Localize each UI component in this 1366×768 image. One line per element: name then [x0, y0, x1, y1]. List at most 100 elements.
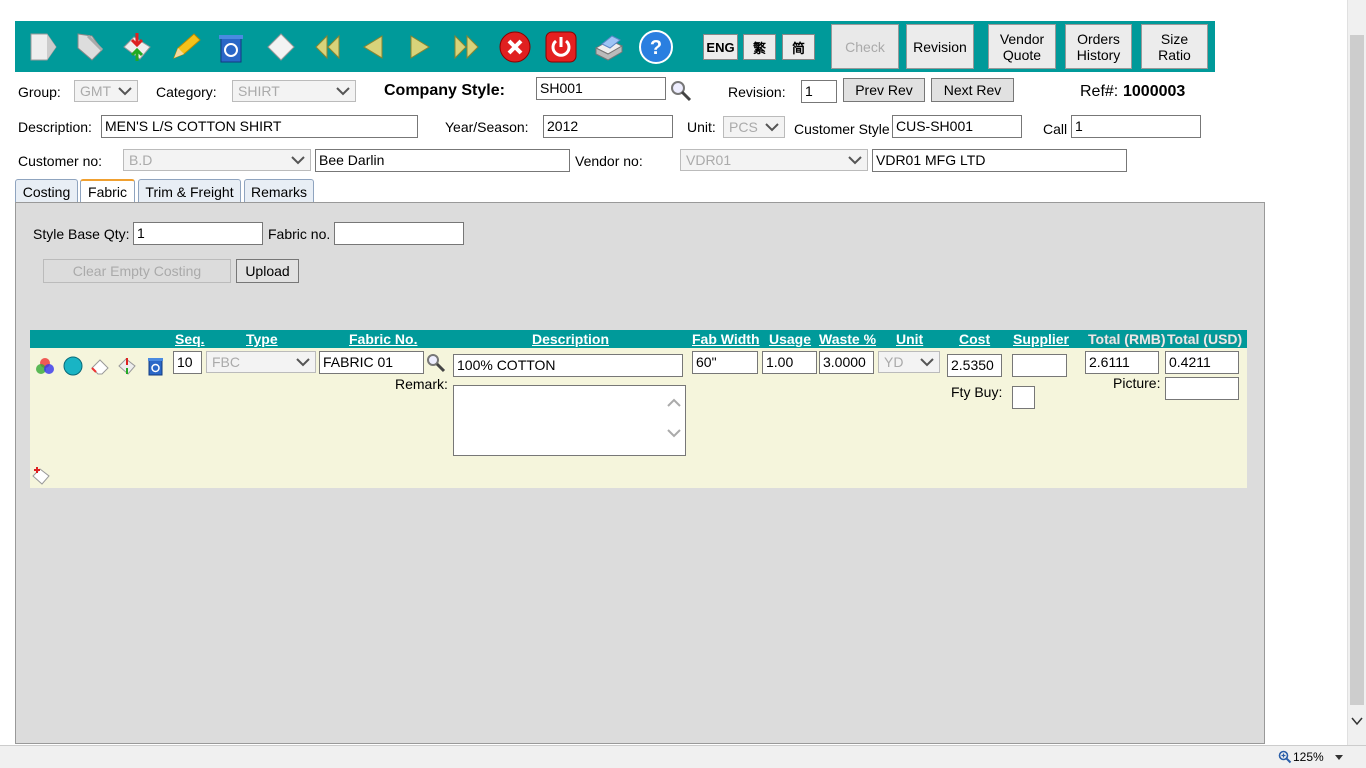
chevron-down-icon[interactable] [1334, 754, 1344, 762]
tag-icon[interactable] [71, 29, 107, 65]
waste-input[interactable]: 3.0000 [819, 351, 874, 374]
prev-rev-button[interactable]: Prev Rev [843, 78, 925, 102]
eraser-icon[interactable] [263, 29, 299, 65]
chevron-down-icon [118, 87, 132, 96]
category-label: Category: [156, 84, 217, 100]
chevron-down-icon [765, 123, 779, 132]
color-wheel-icon[interactable] [35, 356, 55, 376]
upload-button[interactable]: Upload [236, 259, 299, 283]
revision-input[interactable]: 1 [801, 80, 837, 103]
total-rmb-input[interactable]: 2.6111 [1085, 351, 1159, 374]
style-base-qty-input[interactable]: 1 [133, 222, 263, 245]
clear-empty-costing-button[interactable]: Clear Empty Costing [43, 259, 231, 283]
edit-pencil-icon[interactable] [167, 29, 203, 65]
tab-trim-freight[interactable]: Trim & Freight [138, 179, 241, 203]
check-button[interactable]: Check [831, 24, 899, 69]
vendor-name-input[interactable]: VDR01 MFG LTD [872, 149, 1127, 172]
tab-costing[interactable]: Costing [15, 179, 78, 203]
orders-history-button[interactable]: Orders History [1065, 24, 1132, 69]
chevron-down-icon[interactable] [1351, 715, 1363, 727]
customer-no-select[interactable]: B.D [123, 149, 311, 171]
scrollbar-thumb[interactable] [1350, 35, 1364, 705]
call-label: Call [1043, 121, 1068, 137]
usage-input[interactable]: 1.00 [762, 351, 817, 374]
col-unit-header[interactable]: Unit [896, 331, 923, 347]
first-record-icon[interactable] [309, 29, 345, 65]
call-input[interactable]: 1 [1071, 115, 1201, 138]
customer-style-input[interactable]: CUS-SH001 [892, 115, 1022, 138]
vendor-no-select[interactable]: VDR01 [680, 149, 868, 171]
ref-label: Ref#: [1080, 83, 1119, 100]
eraser-icon[interactable] [90, 356, 110, 376]
lang-simplified-chinese-button[interactable]: 简 [782, 34, 815, 60]
zoom-level[interactable]: 125% [1293, 750, 1324, 764]
col-supplier-header[interactable]: Supplier [1013, 331, 1069, 347]
recycle-bin-icon[interactable] [145, 356, 165, 376]
size-ratio-button[interactable]: Size Ratio [1141, 24, 1208, 69]
vendor-quote-button[interactable]: Vendor Quote [988, 24, 1056, 69]
fab-width-input[interactable]: 60" [692, 351, 758, 374]
add-row-icon[interactable] [31, 466, 51, 486]
transfer-icon[interactable] [117, 356, 137, 376]
cost-input[interactable]: 2.5350 [947, 354, 1002, 377]
fabric-no-label: Fabric no. [268, 226, 331, 242]
svg-text:?: ? [650, 37, 662, 59]
group-select[interactable]: GMT [74, 80, 138, 102]
chevron-down-icon[interactable] [666, 428, 682, 440]
col-type-header[interactable]: Type [246, 331, 278, 347]
total-usd-input[interactable]: 0.4211 [1165, 351, 1239, 374]
unit-select[interactable]: PCS [723, 116, 785, 138]
cancel-icon[interactable] [497, 29, 533, 65]
fabric-no-row-input[interactable]: FABRIC 01 [319, 351, 424, 374]
lang-traditional-chinese-button[interactable]: 繁 [743, 34, 776, 60]
transfer-icon[interactable] [119, 29, 155, 65]
col-fab-width-header[interactable]: Fab Width [692, 331, 760, 347]
chevron-down-icon [848, 156, 862, 165]
customer-name-input[interactable]: Bee Darlin [315, 149, 570, 172]
last-record-icon[interactable] [449, 29, 485, 65]
cyan-dot-icon[interactable] [63, 356, 83, 376]
chevron-up-icon[interactable] [666, 396, 682, 408]
search-icon[interactable] [670, 80, 692, 102]
col-fabric-no-header[interactable]: Fabric No. [349, 331, 417, 347]
tab-fabric[interactable]: Fabric [80, 179, 135, 203]
col-usage-header[interactable]: Usage [769, 331, 811, 347]
next-rev-button[interactable]: Next Rev [931, 78, 1014, 102]
zoom-icon[interactable] [1278, 750, 1292, 764]
fty-buy-checkbox[interactable] [1012, 386, 1035, 409]
remark-textarea[interactable] [453, 385, 686, 456]
fabric-no-input[interactable] [334, 222, 464, 245]
print-icon[interactable] [591, 29, 627, 65]
size-ratio-label-line1: Size [1160, 30, 1189, 47]
vertical-scrollbar[interactable] [1347, 0, 1366, 745]
description-input[interactable]: MEN'S L/S COTTON SHIRT [101, 115, 418, 138]
description-row-input[interactable]: 100% COTTON [453, 354, 683, 377]
next-record-icon[interactable] [402, 29, 438, 65]
new-doc-icon[interactable] [25, 29, 61, 65]
year-season-input[interactable]: 2012 [543, 115, 673, 138]
customer-no-value: B.D [129, 152, 153, 168]
vendor-quote-label-line2: Quote [1002, 46, 1042, 63]
tab-remarks[interactable]: Remarks [244, 179, 314, 203]
col-waste-header[interactable]: Waste % [819, 331, 876, 347]
search-icon[interactable] [426, 353, 446, 373]
type-select[interactable]: FBC [206, 351, 316, 373]
col-description-header[interactable]: Description [532, 331, 609, 347]
col-cost-header[interactable]: Cost [959, 331, 990, 347]
company-style-input[interactable]: SH001 [536, 77, 666, 100]
col-total-usd-header: Total (USD) [1167, 331, 1243, 347]
category-select[interactable]: SHIRT [232, 80, 356, 102]
seq-input[interactable]: 10 [173, 351, 202, 374]
picture-input[interactable] [1165, 377, 1239, 400]
group-value: GMT [80, 83, 112, 99]
previous-record-icon[interactable] [355, 29, 391, 65]
revision-button[interactable]: Revision [906, 24, 974, 69]
col-seq-header[interactable]: Seq. [175, 331, 205, 347]
help-icon[interactable]: ? [638, 29, 674, 65]
recycle-bin-icon[interactable] [212, 29, 248, 65]
unit-row-select[interactable]: YD [878, 351, 940, 373]
lang-english-button[interactable]: ENG [703, 34, 738, 60]
supplier-input[interactable] [1012, 354, 1067, 377]
power-icon[interactable] [543, 29, 579, 65]
group-label: Group: [18, 84, 61, 100]
